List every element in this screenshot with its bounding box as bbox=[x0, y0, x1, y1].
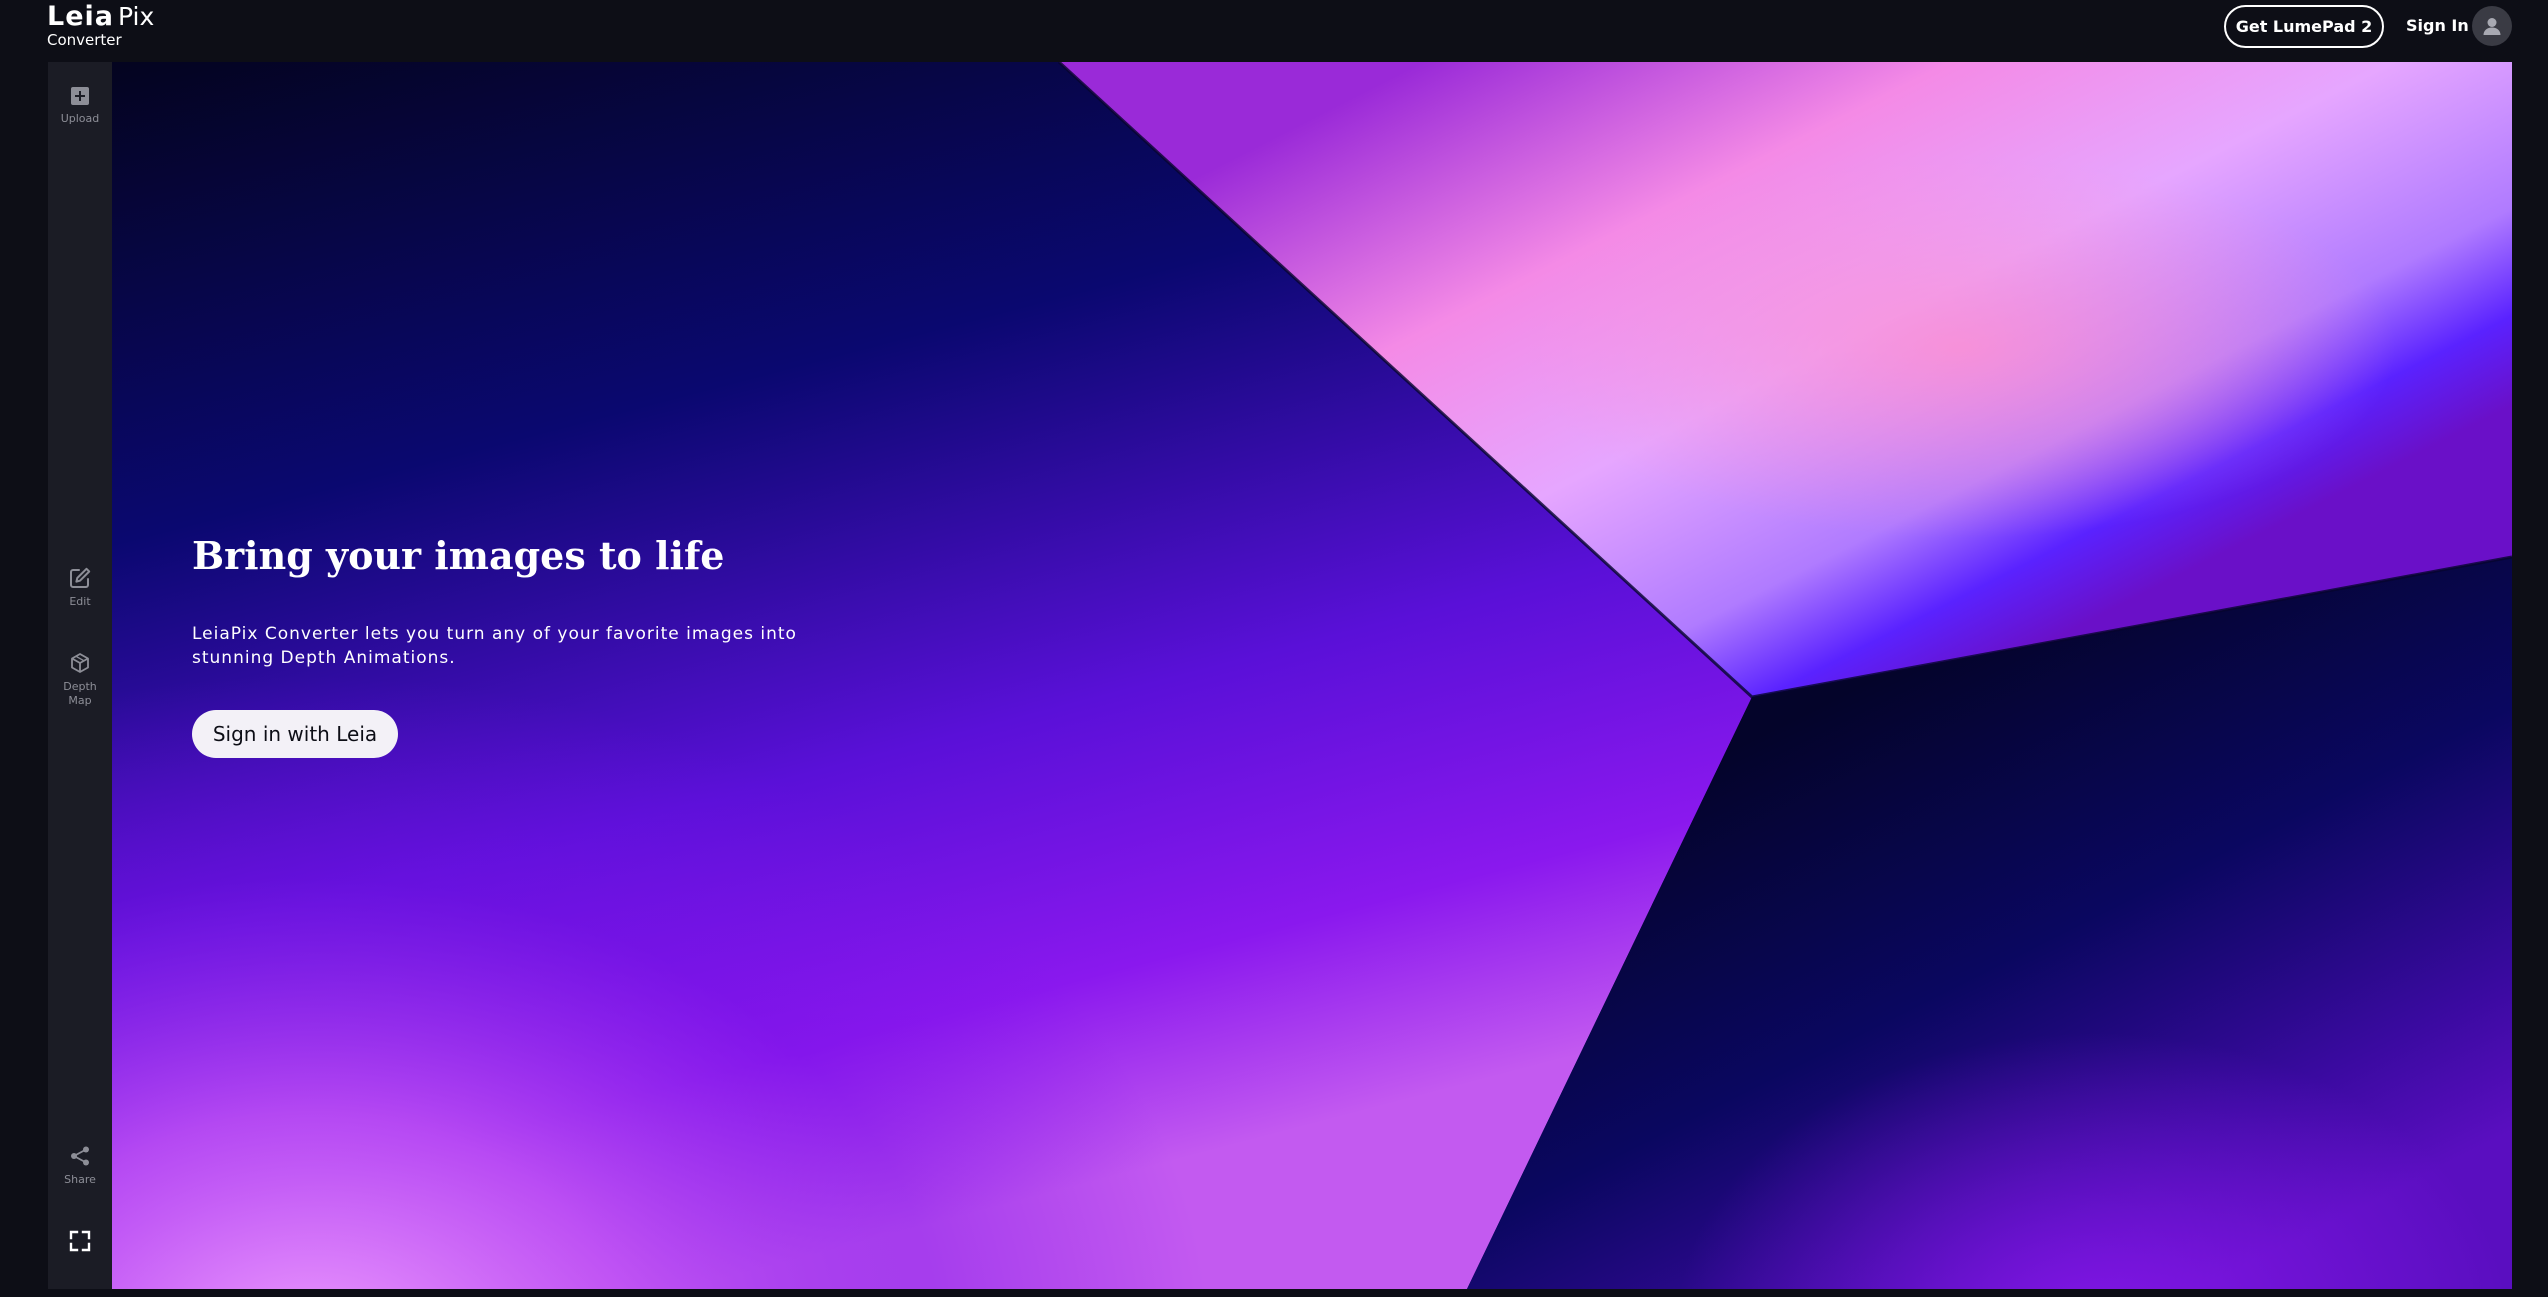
logo-wordmark: Leia Pix bbox=[47, 2, 154, 32]
pencil-square-icon bbox=[70, 567, 91, 588]
tool-share[interactable]: Share bbox=[48, 1145, 112, 1187]
tool-fullscreen[interactable] bbox=[48, 1230, 112, 1252]
tool-upload-label: Upload bbox=[60, 112, 100, 125]
cube-layers-icon bbox=[71, 653, 89, 673]
leiapix-logo[interactable]: Leia Pix Converter bbox=[47, 2, 154, 49]
logo-subtitle: Converter bbox=[47, 31, 122, 49]
tool-edit-label: Edit bbox=[69, 595, 91, 608]
hero-background-art bbox=[112, 62, 2512, 1289]
user-avatar-icon[interactable] bbox=[2472, 6, 2512, 46]
tool-depth-map-label: Depth Map bbox=[63, 680, 97, 707]
logo-pix-text: Pix bbox=[118, 2, 155, 31]
plus-square-icon bbox=[71, 87, 89, 105]
sign-in-with-leia-button[interactable]: Sign in with Leia bbox=[192, 710, 398, 758]
get-lumepad-button[interactable]: Get LumePad 2 bbox=[2224, 5, 2384, 48]
hero-canvas: Bring your images to life LeiaPix Conver… bbox=[112, 62, 2512, 1289]
sign-in-link[interactable]: Sign In bbox=[2406, 14, 2469, 38]
top-bar: Leia Pix Converter Get LumePad 2 Sign In bbox=[0, 0, 2548, 62]
person-icon bbox=[2483, 18, 2501, 35]
hero-title: Bring your images to life bbox=[192, 533, 725, 578]
fullscreen-icon bbox=[69, 1230, 91, 1252]
tool-edit[interactable]: Edit bbox=[48, 567, 112, 609]
tool-upload[interactable]: Upload bbox=[48, 86, 112, 126]
logo-leia-text: Leia bbox=[47, 1, 114, 32]
share-icon bbox=[71, 1146, 89, 1166]
hero-description: LeiaPix Converter lets you turn any of y… bbox=[192, 624, 797, 668]
tool-sidebar: Upload Edit Depth Map Share bbox=[48, 62, 112, 1289]
tool-share-label: Share bbox=[64, 1173, 96, 1186]
tool-depth-map[interactable]: Depth Map bbox=[48, 652, 112, 708]
